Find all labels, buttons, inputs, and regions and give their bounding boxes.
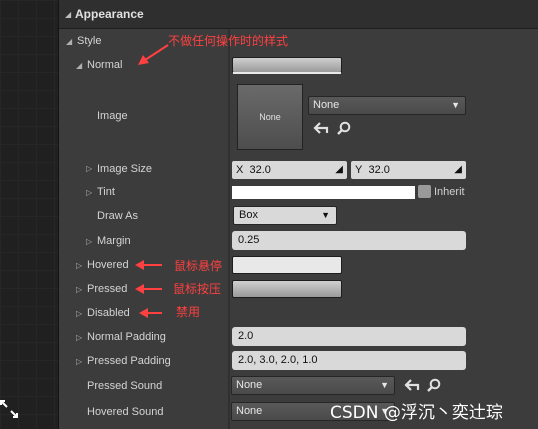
expand-triangle-icon[interactable]: ▷ bbox=[86, 164, 92, 173]
margin-field[interactable]: 0.25 bbox=[232, 231, 466, 250]
annotation-hovered: 鼠标悬停 bbox=[174, 259, 223, 273]
row-pressed-padding-label: Pressed Padding bbox=[87, 355, 171, 367]
expand-triangle-icon[interactable]: ▷ bbox=[76, 285, 82, 294]
search-icon[interactable] bbox=[426, 378, 442, 394]
inherit-checkbox[interactable] bbox=[418, 185, 431, 198]
annotation-arrow-icon bbox=[138, 44, 169, 65]
collapse-triangle-icon[interactable]: ◢ bbox=[65, 10, 71, 19]
section-style: Style bbox=[77, 35, 102, 47]
row-pressed-sound-label: Pressed Sound bbox=[87, 380, 163, 392]
category-appearance[interactable]: ◢ Appearance bbox=[59, 0, 538, 29]
pressed-sound-dropdown[interactable]: None ▼ bbox=[231, 376, 395, 395]
back-arrow-icon[interactable] bbox=[313, 121, 329, 137]
row-hovered-sound-label: Hovered Sound bbox=[87, 406, 164, 418]
expand-triangle-icon[interactable]: ◢ bbox=[76, 61, 82, 70]
annotation-normal: 不做任何操作时的样式 bbox=[168, 34, 289, 48]
resize-icon[interactable] bbox=[0, 400, 18, 418]
row-margin-label: Margin bbox=[97, 235, 131, 247]
normal-brush-swatch[interactable] bbox=[232, 57, 342, 73]
graph-canvas bbox=[0, 0, 59, 429]
chevron-down-icon: ▼ bbox=[451, 100, 460, 110]
row-normal-label: Normal bbox=[87, 59, 123, 71]
image-asset-dropdown[interactable]: None ▼ bbox=[308, 96, 466, 115]
hovered-sound-value: None bbox=[236, 405, 263, 417]
pressed-sound-value: None bbox=[236, 379, 263, 391]
image-asset-value: None bbox=[313, 99, 340, 111]
annotation-disabled: 禁用 bbox=[176, 305, 201, 319]
pressed-brush-swatch[interactable] bbox=[232, 280, 342, 298]
category-title: Appearance bbox=[75, 7, 144, 21]
expand-triangle-icon[interactable]: ▷ bbox=[76, 357, 82, 366]
image-size-x-field[interactable]: X 32.0 ◢ bbox=[232, 161, 347, 179]
annotation-pressed: 鼠标按压 bbox=[173, 282, 222, 296]
hovered-brush-swatch[interactable] bbox=[232, 256, 342, 274]
expand-corner-icon[interactable]: ◢ bbox=[454, 161, 462, 179]
draw-as-dropdown[interactable]: Box ▼ bbox=[233, 206, 337, 225]
row-tint-label: Tint bbox=[97, 186, 115, 198]
image-size-y-field[interactable]: Y 32.0 ◢ bbox=[351, 161, 466, 179]
row-image-label: Image bbox=[97, 110, 128, 122]
search-icon[interactable] bbox=[336, 121, 352, 137]
annotation-arrow-icon bbox=[135, 260, 162, 270]
annotation-arrow-icon bbox=[135, 284, 162, 294]
image-size-x-value: 32.0 bbox=[249, 164, 271, 176]
row-pressed-label: Pressed bbox=[87, 283, 128, 295]
chevron-down-icon: ▼ bbox=[321, 210, 330, 220]
expand-corner-icon[interactable]: ◢ bbox=[335, 161, 343, 179]
expand-triangle-icon[interactable]: ▷ bbox=[76, 309, 82, 318]
row-normal-padding-label: Normal Padding bbox=[87, 331, 166, 343]
normal-brush-underline bbox=[233, 72, 341, 74]
expand-triangle-icon[interactable]: ▷ bbox=[86, 237, 92, 246]
column-divider[interactable] bbox=[228, 28, 230, 429]
chevron-down-icon: ▼ bbox=[380, 380, 389, 390]
row-image-size-label: Image Size bbox=[97, 163, 153, 175]
row-hovered-label: Hovered bbox=[87, 259, 129, 271]
x-axis-label: X bbox=[236, 164, 244, 176]
expand-triangle-icon[interactable]: ▷ bbox=[76, 333, 82, 342]
expand-triangle-icon[interactable]: ▷ bbox=[76, 261, 82, 270]
expand-triangle-icon[interactable]: ▷ bbox=[86, 188, 92, 197]
image-thumbnail[interactable]: None bbox=[237, 84, 303, 150]
row-draw-as-label: Draw As bbox=[97, 210, 138, 222]
tint-color-swatch[interactable] bbox=[232, 186, 415, 199]
draw-as-value: Box bbox=[239, 209, 258, 221]
image-size-y-value: 32.0 bbox=[368, 164, 390, 176]
y-axis-label: Y bbox=[355, 164, 363, 176]
pressed-padding-field[interactable]: 2.0, 3.0, 2.0, 1.0 bbox=[232, 351, 466, 370]
back-arrow-icon[interactable] bbox=[404, 378, 420, 394]
inherit-label: Inherit bbox=[434, 186, 465, 198]
expand-triangle-icon[interactable]: ◢ bbox=[66, 37, 72, 46]
normal-padding-field[interactable]: 2.0 bbox=[232, 327, 466, 346]
annotation-arrow-icon bbox=[139, 308, 162, 318]
row-disabled-label: Disabled bbox=[87, 307, 130, 319]
watermark: CSDN @浮沉丶奕辻琮 bbox=[330, 403, 503, 423]
